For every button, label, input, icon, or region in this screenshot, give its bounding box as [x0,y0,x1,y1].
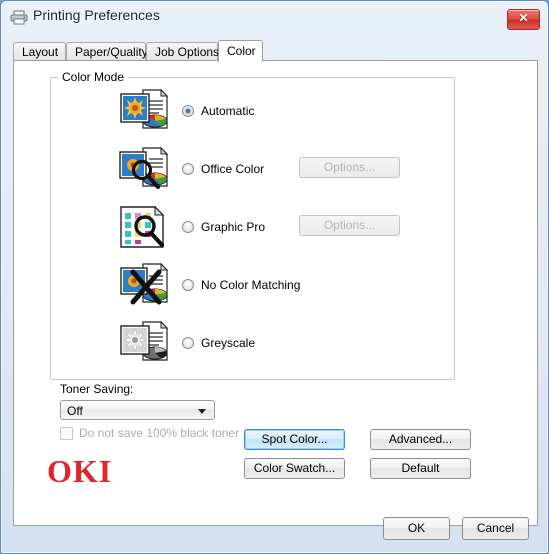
greyscale-document-icon [120,320,169,361]
window-title: Printing Preferences [33,7,160,23]
color-mode-row-graphic-pro: Graphic Pro Options... [14,204,537,261]
graphic-pro-swatch-magnifier-icon [120,205,165,248]
radio-greyscale-indicator [182,337,194,349]
color-mode-row-no-color-matching: No Color Matching [14,262,537,319]
spot-color-button[interactable]: Spot Color... [244,429,345,450]
radio-graphic-pro[interactable]: Graphic Pro [182,218,265,236]
radio-office-color[interactable]: Office Color [182,160,264,178]
radio-automatic-label: Automatic [201,104,255,118]
black-toner-checkbox[interactable]: Do not save 100% black toner [60,425,239,441]
radio-greyscale[interactable]: Greyscale [182,334,255,352]
office-color-magnifier-icon [119,146,169,189]
color-tab-panel: Color Mode Automatic Office Color Option… [13,60,538,526]
radio-greyscale-label: Greyscale [201,336,256,350]
color-swatch-button[interactable]: Color Swatch... [244,458,345,479]
tab-color[interactable]: Color [218,40,263,62]
tab-paper-quality[interactable]: Paper/Quality [66,42,148,61]
toner-saving-select[interactable]: Off [60,400,215,420]
toner-saving-label: Toner Saving: [60,382,134,396]
close-button[interactable]: ✕ [507,9,540,30]
oki-logo: OKI [47,453,113,489]
printer-icon [10,10,28,25]
radio-office-color-indicator [182,163,194,175]
tab-job-options[interactable]: Job Options [146,42,219,61]
chevron-down-icon [198,409,206,414]
radio-office-color-label: Office Color [201,162,265,176]
ok-button[interactable]: OK [383,517,450,540]
close-icon: ✕ [518,11,529,25]
color-mode-row-office-color: Office Color Options... [14,146,537,203]
office-color-options-button[interactable]: Options... [299,157,400,178]
default-button[interactable]: Default [370,458,471,479]
tab-layout[interactable]: Layout [13,42,66,61]
radio-graphic-pro-label: Graphic Pro [201,220,266,234]
advanced-button[interactable]: Advanced... [370,429,471,450]
radio-no-color-matching-indicator [182,279,194,291]
color-mode-group-label: Color Mode [58,70,129,84]
color-mode-row-greyscale: Greyscale [14,320,537,377]
radio-no-color-matching-label: No Color Matching [201,278,301,292]
black-toner-checkbox-box [60,426,73,440]
cancel-button[interactable]: Cancel [462,517,529,540]
black-toner-checkbox-label: Do not save 100% black toner [79,426,240,440]
toner-saving-value: Off [67,404,83,418]
title-bar: Printing Preferences ✕ [1,1,548,33]
no-color-matching-cross-icon [120,262,169,305]
color-document-icon [120,88,169,129]
radio-no-color-matching[interactable]: No Color Matching [182,276,300,294]
printing-preferences-dialog: Printing Preferences ✕ Layout Paper/Qual… [0,0,549,554]
color-mode-row-automatic: Automatic [14,88,537,145]
radio-automatic[interactable]: Automatic [182,102,254,120]
graphic-pro-options-button[interactable]: Options... [299,215,400,236]
radio-automatic-indicator [182,105,194,117]
radio-graphic-pro-indicator [182,221,194,233]
